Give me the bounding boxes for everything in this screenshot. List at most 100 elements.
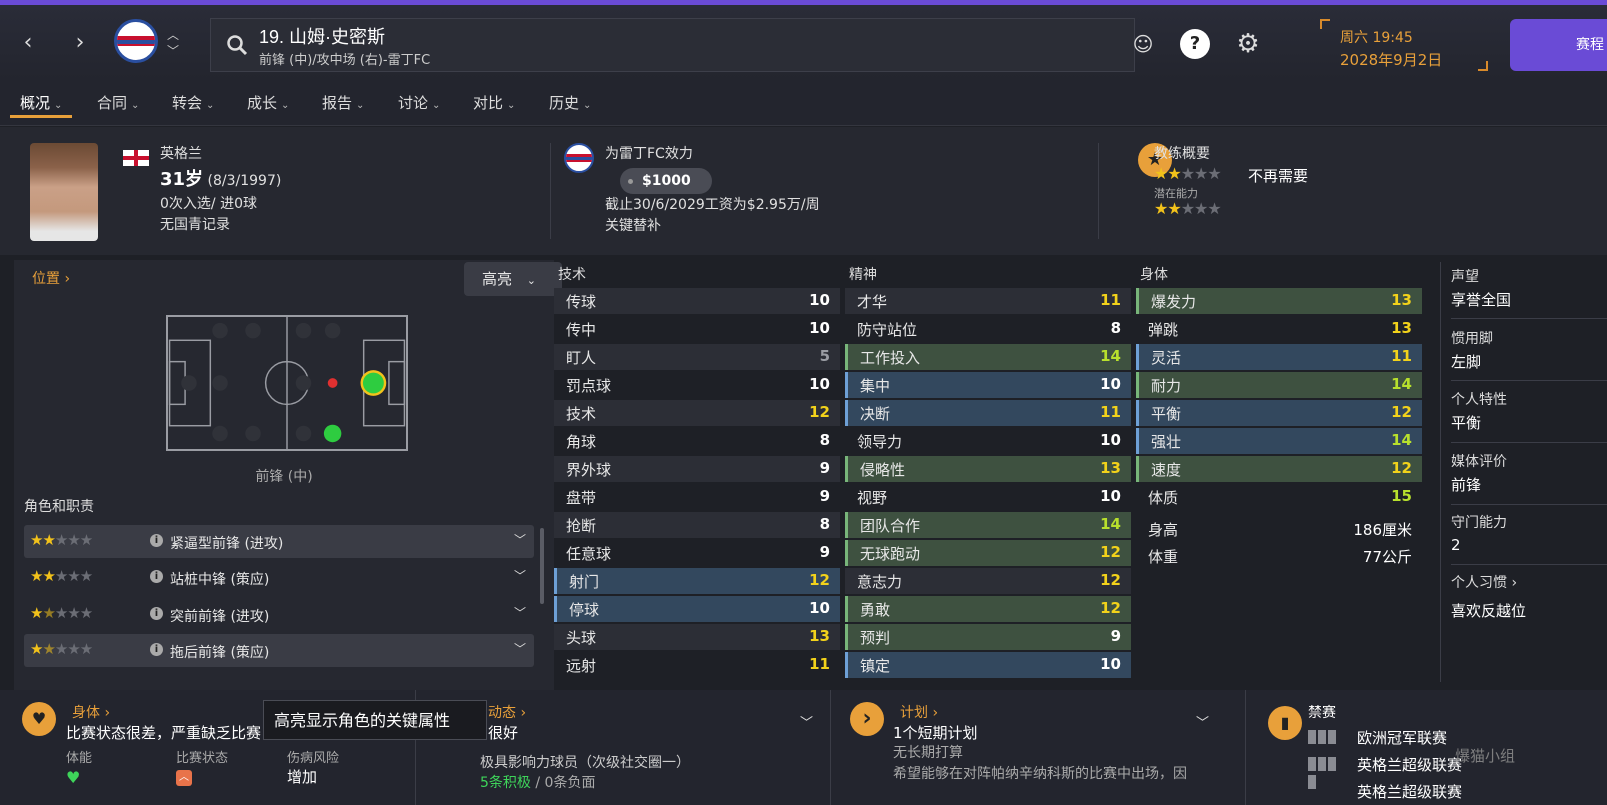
- attribute-row[interactable]: 速度 12: [1136, 456, 1422, 482]
- attribute-row[interactable]: 侵略性 13: [845, 456, 1131, 482]
- role-row[interactable]: ★★★★★ i 突前前锋 (进攻) ﹀: [24, 598, 534, 631]
- tab-history[interactable]: 历史 ⌄: [549, 88, 591, 118]
- info-icon[interactable]: i: [150, 643, 163, 656]
- attribute-name: 勇敢: [860, 601, 891, 619]
- attribute-value: 11: [809, 655, 830, 673]
- chevron-right-icon: ›: [520, 705, 527, 721]
- search-icon: [227, 35, 248, 56]
- attribute-name: 远射: [566, 657, 597, 675]
- chevron-down-icon[interactable]: ﹀: [1196, 712, 1209, 731]
- tab-transfer[interactable]: 转会 ⌄: [172, 88, 214, 118]
- attribute-row[interactable]: 团队合作 14: [845, 512, 1131, 538]
- fitness-label: 体能: [66, 751, 93, 766]
- attribute-row[interactable]: 爆发力 13: [1136, 288, 1422, 314]
- attribute-row[interactable]: 角球 8: [554, 428, 840, 454]
- info-icon[interactable]: i: [150, 570, 163, 583]
- attribute-name: 速度: [1151, 461, 1182, 479]
- attribute-name: 团队合作: [860, 517, 921, 535]
- social-feed-icon[interactable]: ☺: [1128, 29, 1158, 59]
- tab-overview[interactable]: 概况 ⌄: [10, 88, 73, 118]
- attribute-row[interactable]: 耐力 14: [1136, 372, 1422, 398]
- attribute-name: 平衡: [1151, 405, 1182, 423]
- attribute-row[interactable]: 技术 12: [554, 400, 840, 426]
- negative-count: 0条负面: [544, 775, 596, 791]
- tab-development[interactable]: 成长 ⌄: [247, 88, 289, 118]
- roles-scrollbar[interactable]: [540, 528, 544, 604]
- player-switch-arrows[interactable]: ︿ ﹀: [166, 27, 180, 59]
- attribute-row[interactable]: 体质 15: [1136, 484, 1422, 510]
- help-icon[interactable]: ?: [1180, 29, 1210, 59]
- attribute-value: 14: [1100, 347, 1121, 365]
- chevron-down-icon[interactable]: ﹀: [514, 604, 526, 621]
- plans-link[interactable]: 计划 ›: [900, 702, 938, 722]
- attribute-row[interactable]: 盘带 9: [554, 484, 840, 510]
- attribute-row[interactable]: 抢断 8: [554, 512, 840, 538]
- player-title-box[interactable]: 19. 山姆·史密斯 前锋 (中)/攻中场 (右)-雷丁FC: [210, 18, 1135, 72]
- continue-button[interactable]: 赛程: [1510, 19, 1607, 71]
- attribute-row[interactable]: 工作投入 14: [845, 344, 1131, 370]
- chevron-down-icon[interactable]: ﹀: [800, 712, 813, 731]
- england-flag-icon: [123, 150, 149, 166]
- habits-link[interactable]: 个人习惯 ›: [1451, 572, 1517, 592]
- attribute-row[interactable]: 停球 10: [554, 596, 840, 622]
- attribute-value: 13: [1100, 459, 1121, 477]
- tab-contract[interactable]: 合同 ⌄: [97, 88, 139, 118]
- attribute-row[interactable]: 领导力 10: [845, 428, 1131, 454]
- injury-risk-value: 增加: [287, 768, 318, 786]
- attribute-row[interactable]: 传中 10: [554, 316, 840, 342]
- player-header: 英格兰 31岁 (8/3/1997) 0次入选/ 进0球 无国青记录 为雷丁FC…: [0, 127, 1607, 255]
- chevron-down-icon[interactable]: ﹀: [514, 567, 526, 584]
- attribute-row[interactable]: 弹跳 13: [1136, 316, 1422, 342]
- attribute-row[interactable]: 勇敢 12: [845, 596, 1131, 622]
- role-row[interactable]: ★★★★★ i 紧逼型前锋 (进攻) ﹀: [24, 525, 534, 558]
- attribute-row[interactable]: 平衡 12: [1136, 400, 1422, 426]
- attribute-row[interactable]: 任意球 9: [554, 540, 840, 566]
- chevron-right-icon: ›: [104, 705, 111, 721]
- attribute-row[interactable]: 无球跑动 12: [845, 540, 1131, 566]
- attribute-row[interactable]: 盯人 5: [554, 344, 840, 370]
- info-icon[interactable]: i: [150, 607, 163, 620]
- tab-label: 概况: [20, 94, 51, 112]
- chevron-down-icon[interactable]: ﹀: [514, 531, 526, 548]
- habit-value: 喜欢反越位: [1451, 602, 1527, 620]
- role-row[interactable]: ★★★★★ i 拖后前锋 (策应) ﹀: [24, 634, 534, 667]
- club-crest-icon[interactable]: [114, 19, 158, 63]
- attribute-row[interactable]: 意志力 12: [845, 568, 1131, 594]
- attribute-value: 12: [809, 571, 830, 589]
- role-row[interactable]: ★★★★★ i 站桩中锋 (策应) ﹀: [24, 561, 534, 594]
- attribute-row[interactable]: 预判 9: [845, 624, 1131, 650]
- attribute-value: 13: [1391, 319, 1412, 337]
- attribute-row[interactable]: 罚点球 10: [554, 372, 840, 398]
- attribute-value: 10: [809, 319, 830, 337]
- attribute-name: 停球: [569, 601, 600, 619]
- attribute-value: 9: [819, 543, 830, 561]
- attribute-value: 15: [1391, 487, 1412, 505]
- attribute-row[interactable]: 镇定 10: [845, 652, 1131, 678]
- back-arrow-icon[interactable]: ‹: [16, 31, 40, 55]
- highlight-dropdown[interactable]: 高亮 ⌄: [464, 262, 562, 296]
- attribute-row[interactable]: 才华 11: [845, 288, 1131, 314]
- dynamics-link[interactable]: 动态 ›: [488, 702, 526, 722]
- attribute-row[interactable]: 强壮 14: [1136, 428, 1422, 454]
- attribute-row[interactable]: 界外球 9: [554, 456, 840, 482]
- attribute-row[interactable]: 射门 12: [554, 568, 840, 594]
- player-position-club: 前锋 (中)/攻中场 (右)-雷丁FC: [259, 53, 431, 68]
- info-icon[interactable]: i: [150, 534, 163, 547]
- tab-compare[interactable]: 对比 ⌄: [473, 88, 515, 118]
- attribute-row[interactable]: 头球 13: [554, 624, 840, 650]
- attribute-row[interactable]: 集中 10: [845, 372, 1131, 398]
- forward-arrow-icon[interactable]: ›: [68, 31, 92, 55]
- tab-reports[interactable]: 报告 ⌄: [322, 88, 364, 118]
- attribute-row[interactable]: 远射 11: [554, 652, 840, 678]
- position-link[interactable]: 位置 ›: [32, 268, 70, 288]
- attribute-row[interactable]: 灵活 11: [1136, 344, 1422, 370]
- settings-gear-icon[interactable]: ⚙: [1233, 29, 1263, 59]
- attribute-row[interactable]: 决断 11: [845, 400, 1131, 426]
- tab-discuss[interactable]: 讨论 ⌄: [398, 88, 440, 118]
- body-link[interactable]: 身体 ›: [72, 702, 110, 722]
- chevron-down-icon[interactable]: ﹀: [514, 640, 526, 657]
- attribute-row[interactable]: 传球 10: [554, 288, 840, 314]
- attribute-value: 9: [819, 459, 830, 477]
- attribute-row[interactable]: 视野 10: [845, 484, 1131, 510]
- attribute-row[interactable]: 防守站位 8: [845, 316, 1131, 342]
